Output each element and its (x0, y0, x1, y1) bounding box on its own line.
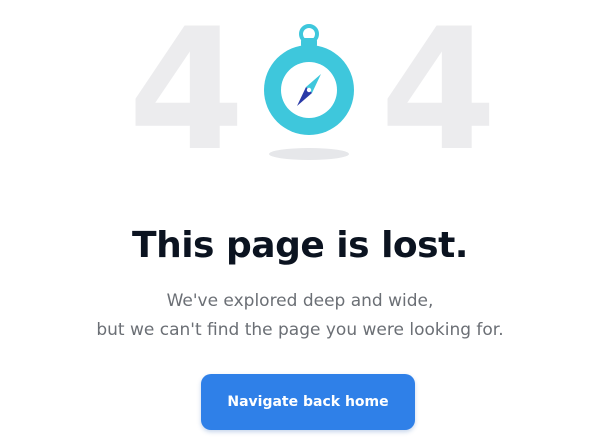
navigate-home-button[interactable]: Navigate back home (201, 374, 415, 430)
description-line-2: but we can't find the page you were look… (96, 320, 504, 340)
compass-icon (264, 24, 354, 160)
error-code-digit-right: 4 (380, 0, 497, 188)
page-title: This page is lost. (132, 225, 468, 266)
compass-pivot (306, 87, 312, 93)
error-page: 4 4 This page is lost. We've explored de… (0, 0, 600, 441)
error-code-digit-left: 4 (128, 0, 245, 188)
description-line-1: We've explored deep and wide, (166, 291, 434, 311)
compass-shadow (269, 148, 349, 160)
